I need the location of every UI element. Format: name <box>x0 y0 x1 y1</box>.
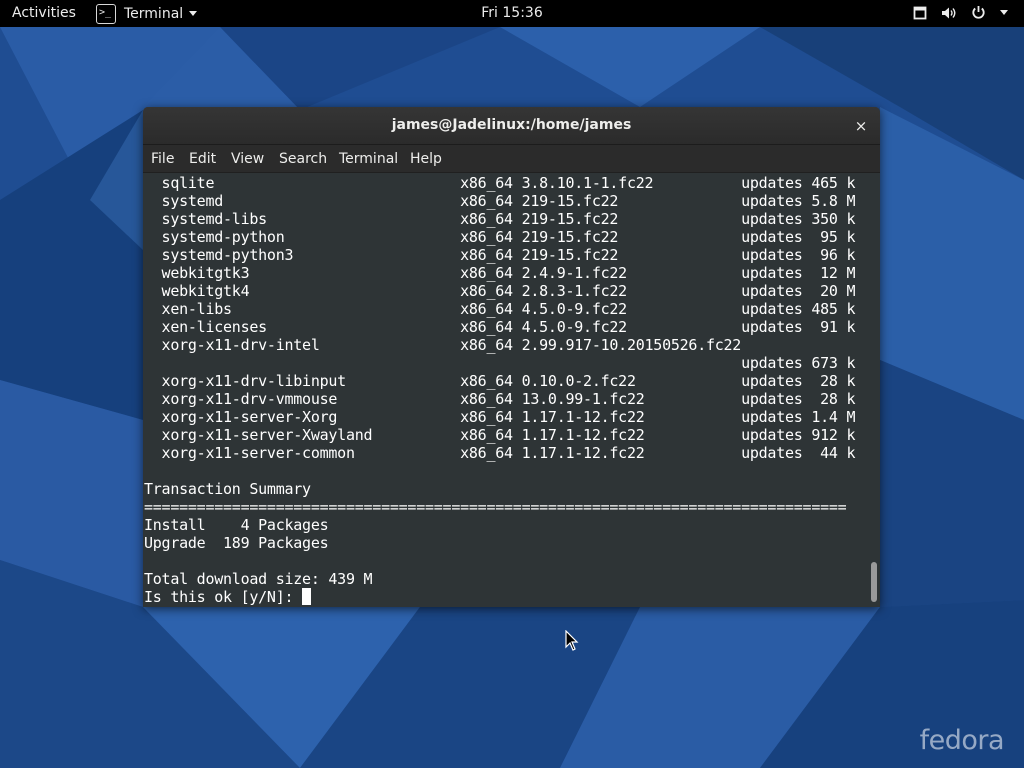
top-bar: Activities >_ Terminal Fri 15:36 <box>0 0 1024 27</box>
menu-edit[interactable]: Edit <box>189 151 216 167</box>
chevron-down-icon <box>1000 10 1008 15</box>
terminal-line: systemd-libs x86_64 219-15.fc22 updates … <box>144 210 856 228</box>
terminal-line: Transaction Summary <box>144 480 311 498</box>
terminal-prompt: Is this ok [y/N]: <box>144 588 303 606</box>
menu-view[interactable]: View <box>231 151 264 167</box>
terminal-line: Install 4 Packages <box>144 516 329 534</box>
close-icon: × <box>854 117 868 135</box>
scrollbar-thumb[interactable] <box>871 562 877 602</box>
power-icon <box>972 6 985 19</box>
menu-bar: File Edit View Search Terminal Help <box>143 145 880 173</box>
menu-help[interactable]: Help <box>410 151 442 167</box>
terminal-line: xorg-x11-server-Xorg x86_64 1.17.1-12.fc… <box>144 408 856 426</box>
clock-button[interactable]: Fri 15:36 <box>481 5 542 21</box>
terminal-line: xorg-x11-drv-intel x86_64 2.99.917-10.20… <box>144 336 742 354</box>
window-titlebar[interactable]: james@Jadelinux:/home/james × <box>143 107 880 145</box>
terminal-line: xorg-x11-drv-libinput x86_64 0.10.0-2.fc… <box>144 372 856 390</box>
terminal-line: xen-licenses x86_64 4.5.0-9.fc22 updates… <box>144 318 856 336</box>
fedora-logo: fedora <box>919 725 1005 756</box>
terminal-line: webkitgtk4 x86_64 2.8.3-1.fc22 updates 2… <box>144 282 856 300</box>
terminal-window: james@Jadelinux:/home/james × File Edit … <box>143 107 880 607</box>
terminal-scrollbar[interactable] <box>868 174 880 607</box>
terminal-line: sqlite x86_64 3.8.10.1-1.fc22 updates 46… <box>144 174 856 192</box>
mouse-pointer-icon <box>565 630 579 651</box>
window-title: james@Jadelinux:/home/james <box>391 117 632 133</box>
terminal-line: xen-libs x86_64 4.5.0-9.fc22 updates 485… <box>144 300 856 318</box>
terminal-line: systemd-python3 x86_64 219-15.fc22 updat… <box>144 246 856 264</box>
window-overview-icon <box>913 6 927 19</box>
terminal-line: xorg-x11-server-common x86_64 1.17.1-12.… <box>144 444 856 462</box>
volume-icon <box>942 7 956 18</box>
terminal-line: ========================================… <box>144 498 847 516</box>
menu-terminal[interactable]: Terminal <box>339 151 398 167</box>
terminal-line: webkitgtk3 x86_64 2.4.9-1.fc22 updates 1… <box>144 264 856 282</box>
app-menu-label: Terminal <box>124 5 184 22</box>
terminal-line: Upgrade 189 Packages <box>144 534 329 552</box>
terminal-line: systemd-python x86_64 219-15.fc22 update… <box>144 228 856 246</box>
terminal-line: updates 673 k <box>144 354 856 372</box>
text-cursor <box>302 588 312 605</box>
terminal-line: systemd x86_64 219-15.fc22 updates 5.8 M <box>144 192 856 210</box>
menu-search[interactable]: Search <box>279 151 327 167</box>
terminal-output[interactable]: sqlite x86_64 3.8.10.1-1.fc22 updates 46… <box>143 174 868 607</box>
menu-file[interactable]: File <box>151 151 174 167</box>
app-menu-button[interactable]: >_ Terminal <box>96 3 198 24</box>
chevron-down-icon <box>189 11 198 16</box>
terminal-line: Total download size: 439 M <box>144 570 373 588</box>
terminal-app-icon: >_ <box>96 3 116 24</box>
terminal-line: xorg-x11-drv-vmmouse x86_64 13.0.99-1.fc… <box>144 390 856 408</box>
close-button[interactable]: × <box>850 115 872 137</box>
activities-button[interactable]: Activities <box>12 5 76 21</box>
system-status-menu[interactable] <box>913 5 1008 20</box>
terminal-line: xorg-x11-server-Xwayland x86_64 1.17.1-1… <box>144 426 856 444</box>
terminal-prompt-line: Is this ok [y/N]: <box>144 588 312 606</box>
